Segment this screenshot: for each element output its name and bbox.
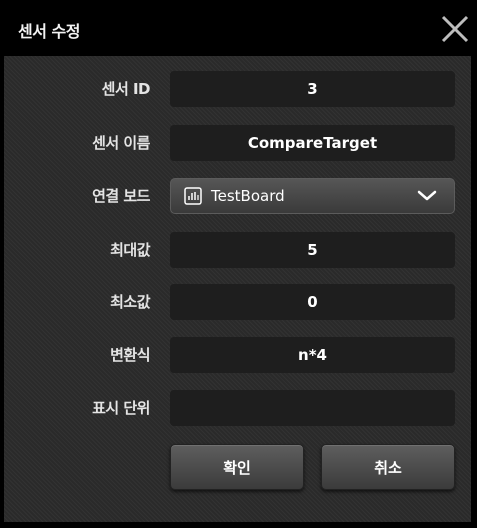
formula-label: 변환식: [110, 346, 150, 364]
max-value-row: 최대값 5: [4, 232, 471, 268]
board-icon: [184, 187, 202, 205]
connected-board-row: 연결 보드 TestBoard: [4, 178, 471, 214]
display-unit-label: 표시 단위: [92, 399, 150, 417]
display-unit-field[interactable]: [170, 390, 455, 426]
bottom-border: [0, 522, 477, 528]
sensor-id-row: 센서 ID 3: [4, 71, 471, 107]
sensor-name-row: 센서 이름 CompareTarget: [4, 125, 471, 161]
close-button[interactable]: [440, 14, 470, 44]
sensor-name-label: 센서 이름: [92, 134, 150, 152]
formula-field[interactable]: n*4: [170, 337, 455, 373]
min-value-field[interactable]: 0: [170, 284, 455, 320]
display-unit-row: 표시 단위: [4, 390, 471, 426]
min-value-row: 최소값 0: [4, 284, 471, 320]
title-bar: 센서 수정: [0, 0, 477, 56]
min-value-label: 최소값: [110, 293, 150, 311]
confirm-button[interactable]: 확인: [170, 444, 304, 490]
formula-row: 변환식 n*4: [4, 337, 471, 373]
cancel-button[interactable]: 취소: [321, 444, 455, 490]
connected-board-select[interactable]: TestBoard: [170, 178, 455, 214]
sensor-id-field[interactable]: 3: [170, 71, 455, 107]
button-row: 확인 취소: [4, 444, 471, 492]
chevron-down-icon: [417, 190, 437, 201]
dialog-title: 센서 수정: [18, 22, 80, 41]
sensor-name-field[interactable]: CompareTarget: [170, 125, 455, 161]
max-value-label: 최대값: [110, 241, 150, 259]
connected-board-label: 연결 보드: [92, 187, 150, 205]
sensor-edit-dialog: 센서 수정 센서 ID 3 센서 이름 CompareTarget 연결 보드: [0, 0, 477, 528]
sensor-id-label: 센서 ID: [101, 80, 151, 98]
form-panel: 센서 ID 3 센서 이름 CompareTarget 연결 보드 TestBo…: [4, 56, 471, 522]
connected-board-value: TestBoard: [211, 187, 285, 205]
max-value-field[interactable]: 5: [170, 232, 455, 268]
close-x-icon: [441, 15, 469, 43]
